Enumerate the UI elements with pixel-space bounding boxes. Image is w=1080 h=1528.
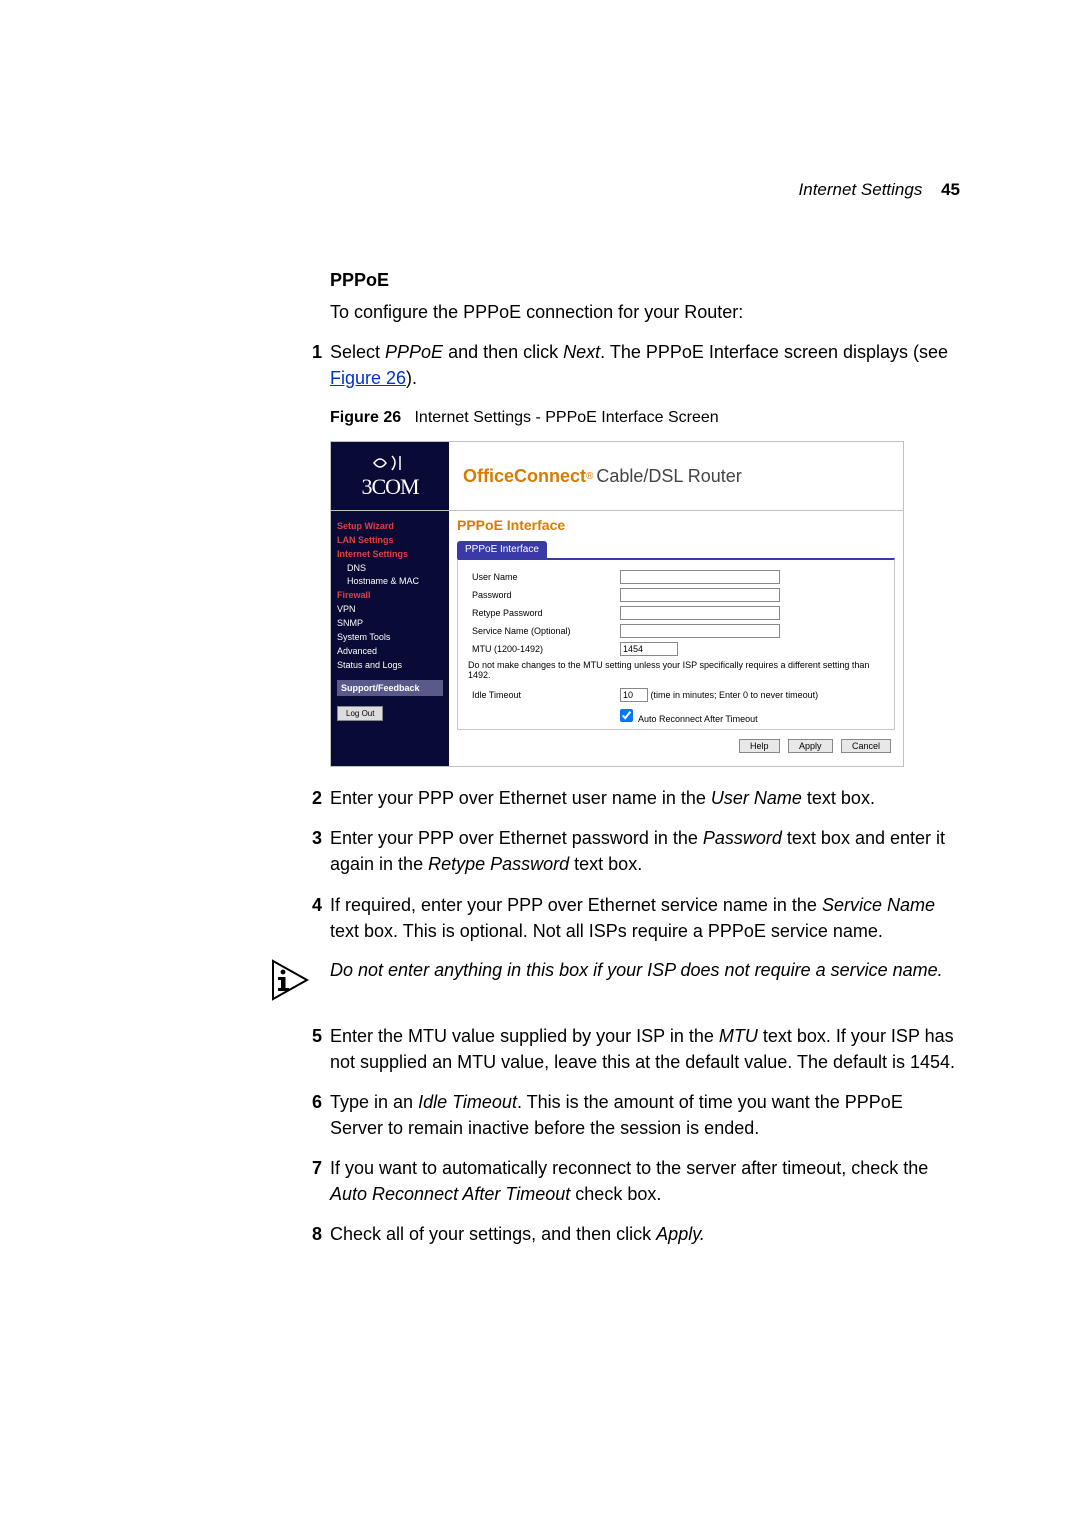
brand-logo-text: 3COM: [361, 474, 418, 500]
step-text: Select PPPoE and then click Next. The PP…: [330, 339, 960, 391]
input-mtu[interactable]: [620, 642, 678, 656]
content: PPPoE To configure the PPPoE connection …: [330, 270, 960, 1247]
screenshot-header: 3COM OfficeConnect® Cable/DSL Router: [331, 442, 903, 511]
info-icon: [270, 958, 310, 1007]
nav-support[interactable]: Support/Feedback: [337, 680, 443, 696]
nav-tools[interactable]: System Tools: [337, 632, 443, 642]
input-retype[interactable]: [620, 606, 780, 620]
label-auto-reconnect: Auto Reconnect After Timeout: [638, 714, 758, 724]
step-5: 5 Enter the MTU value supplied by your I…: [330, 1023, 960, 1075]
logo-icon: [370, 452, 410, 474]
nav-dns[interactable]: DNS: [347, 563, 443, 573]
step-3: 3 Enter your PPP over Ethernet password …: [330, 825, 960, 877]
nav-snmp[interactable]: SNMP: [337, 618, 443, 628]
idle-hint: (time in minutes; Enter 0 to never timeo…: [651, 690, 819, 700]
input-service[interactable]: [620, 624, 780, 638]
step-8: 8 Check all of your settings, and then c…: [330, 1221, 960, 1247]
nav-hostmac[interactable]: Hostname & MAC: [347, 576, 443, 586]
step-list-bottom2: 5 Enter the MTU value supplied by your I…: [330, 1023, 960, 1248]
page: Internet Settings 45 PPPoE To configure …: [0, 0, 1080, 1321]
panel-title: PPPoE Interface: [457, 517, 895, 533]
step-1: 1 Select PPPoE and then click Next. The …: [330, 339, 960, 391]
screenshot-body: Setup Wizard LAN Settings Internet Setti…: [331, 511, 903, 766]
step-list-bottom: 2 Enter your PPP over Ethernet user name…: [330, 785, 960, 943]
nav-sidebar: Setup Wizard LAN Settings Internet Setti…: [331, 511, 449, 766]
step-number: 7: [296, 1155, 322, 1207]
nav-vpn[interactable]: VPN: [337, 604, 443, 614]
input-password[interactable]: [620, 588, 780, 602]
step-7: 7 If you want to automatically reconnect…: [330, 1155, 960, 1207]
nav-lan[interactable]: LAN Settings: [337, 535, 443, 545]
nav-advanced[interactable]: Advanced: [337, 646, 443, 656]
running-header: Internet Settings 45: [120, 180, 960, 200]
step-text: If you want to automatically reconnect t…: [330, 1155, 960, 1207]
label-password: Password: [468, 586, 616, 604]
step-4: 4 If required, enter your PPP over Ether…: [330, 892, 960, 944]
pppoe-screenshot: 3COM OfficeConnect® Cable/DSL Router Set…: [330, 441, 904, 767]
input-idle[interactable]: [620, 688, 648, 702]
step-text: Enter the MTU value supplied by your ISP…: [330, 1023, 960, 1075]
step-6: 6 Type in an Idle Timeout. This is the a…: [330, 1089, 960, 1141]
form-buttons: Help Apply Cancel: [457, 730, 895, 760]
input-username[interactable]: [620, 570, 780, 584]
mtu-note: Do not make changes to the MTU setting u…: [468, 660, 884, 680]
step-2: 2 Enter your PPP over Ethernet user name…: [330, 785, 960, 811]
nav-firewall[interactable]: Firewall: [337, 590, 443, 600]
screenshot-main: PPPoE Interface PPPoE Interface User Nam…: [449, 511, 903, 766]
step-number: 2: [296, 785, 322, 811]
product-brand: OfficeConnect: [463, 466, 586, 487]
label-service: Service Name (Optional): [468, 622, 616, 640]
note: Do not enter anything in this box if you…: [270, 958, 960, 1007]
tab-pppoe[interactable]: PPPoE Interface: [457, 541, 547, 558]
step-text: Enter your PPP over Ethernet password in…: [330, 825, 960, 877]
step-number: 1: [296, 339, 322, 391]
figure-link[interactable]: Figure 26: [330, 368, 406, 388]
cancel-button[interactable]: Cancel: [841, 739, 891, 753]
pppoe-form: User Name Password Retype Password: [457, 558, 895, 730]
step-number: 4: [296, 892, 322, 944]
note-text: Do not enter anything in this box if you…: [330, 958, 960, 983]
step-list-top: 1 Select PPPoE and then click Next. The …: [330, 339, 960, 391]
nav-internet[interactable]: Internet Settings: [337, 549, 443, 559]
step-number: 5: [296, 1023, 322, 1075]
product-title: OfficeConnect® Cable/DSL Router: [449, 442, 903, 510]
header-section: Internet Settings: [799, 180, 923, 199]
nav-logout-button[interactable]: Log Out: [337, 706, 383, 721]
section-heading: PPPoE: [330, 270, 960, 291]
product-desc: Cable/DSL Router: [596, 466, 741, 487]
label-username: User Name: [468, 568, 616, 586]
brand-logo: 3COM: [331, 442, 449, 510]
page-number: 45: [941, 180, 960, 199]
step-number: 6: [296, 1089, 322, 1141]
figure-label: Figure 26: [330, 409, 401, 426]
label-retype: Retype Password: [468, 604, 616, 622]
label-mtu: MTU (1200-1492): [468, 640, 616, 658]
help-button[interactable]: Help: [739, 739, 780, 753]
nav-setup[interactable]: Setup Wizard: [337, 521, 443, 531]
nav-status[interactable]: Status and Logs: [337, 660, 443, 670]
apply-button[interactable]: Apply: [788, 739, 833, 753]
step-text: Type in an Idle Timeout. This is the amo…: [330, 1089, 960, 1141]
step-number: 8: [296, 1221, 322, 1247]
step-text: Enter your PPP over Ethernet user name i…: [330, 785, 960, 811]
label-idle: Idle Timeout: [468, 686, 616, 704]
reg-mark: ®: [586, 471, 593, 482]
intro-text: To configure the PPPoE connection for yo…: [330, 299, 960, 325]
figure-caption-text: Internet Settings - PPPoE Interface Scre…: [414, 409, 718, 426]
step-text: Check all of your settings, and then cli…: [330, 1221, 960, 1247]
step-text: If required, enter your PPP over Etherne…: [330, 892, 960, 944]
step-number: 3: [296, 825, 322, 877]
figure-caption: Figure 26 Internet Settings - PPPoE Inte…: [330, 409, 960, 427]
checkbox-auto-reconnect[interactable]: [620, 709, 633, 722]
